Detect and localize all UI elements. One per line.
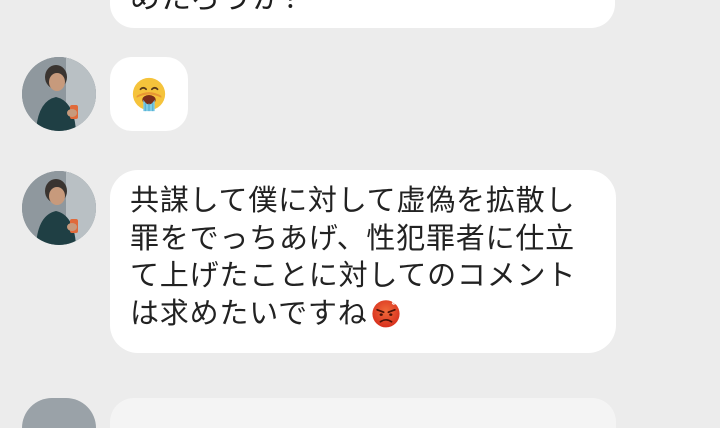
message-bubble-emoji[interactable] <box>110 57 188 131</box>
message-bubble-text[interactable]: 共謀して僕に対して虚偽を拡散し 罪をでっちあげ、性犯罪者に仕立 て上げたことに対… <box>110 170 616 353</box>
vomiting-face-icon <box>132 77 166 112</box>
avatar[interactable] <box>22 57 96 131</box>
message-text: めたろうか？ <box>130 0 314 16</box>
message-bubble-next[interactable] <box>110 398 616 428</box>
message-bubble-previous[interactable]: めたろうか？ <box>110 0 615 28</box>
angry-face-icon <box>371 298 400 327</box>
user-photo-icon <box>22 171 96 245</box>
avatar[interactable] <box>22 171 96 245</box>
user-photo-icon <box>22 57 96 131</box>
avatar[interactable] <box>22 398 96 428</box>
message-text-body: 共謀して僕に対して虚偽を拡散し 罪をでっちあげ、性犯罪者に仕立 て上げたことに対… <box>130 183 577 330</box>
message-text: 共謀して僕に対して虚偽を拡散し 罪をでっちあげ、性犯罪者に仕立 て上げたことに対… <box>130 182 598 332</box>
